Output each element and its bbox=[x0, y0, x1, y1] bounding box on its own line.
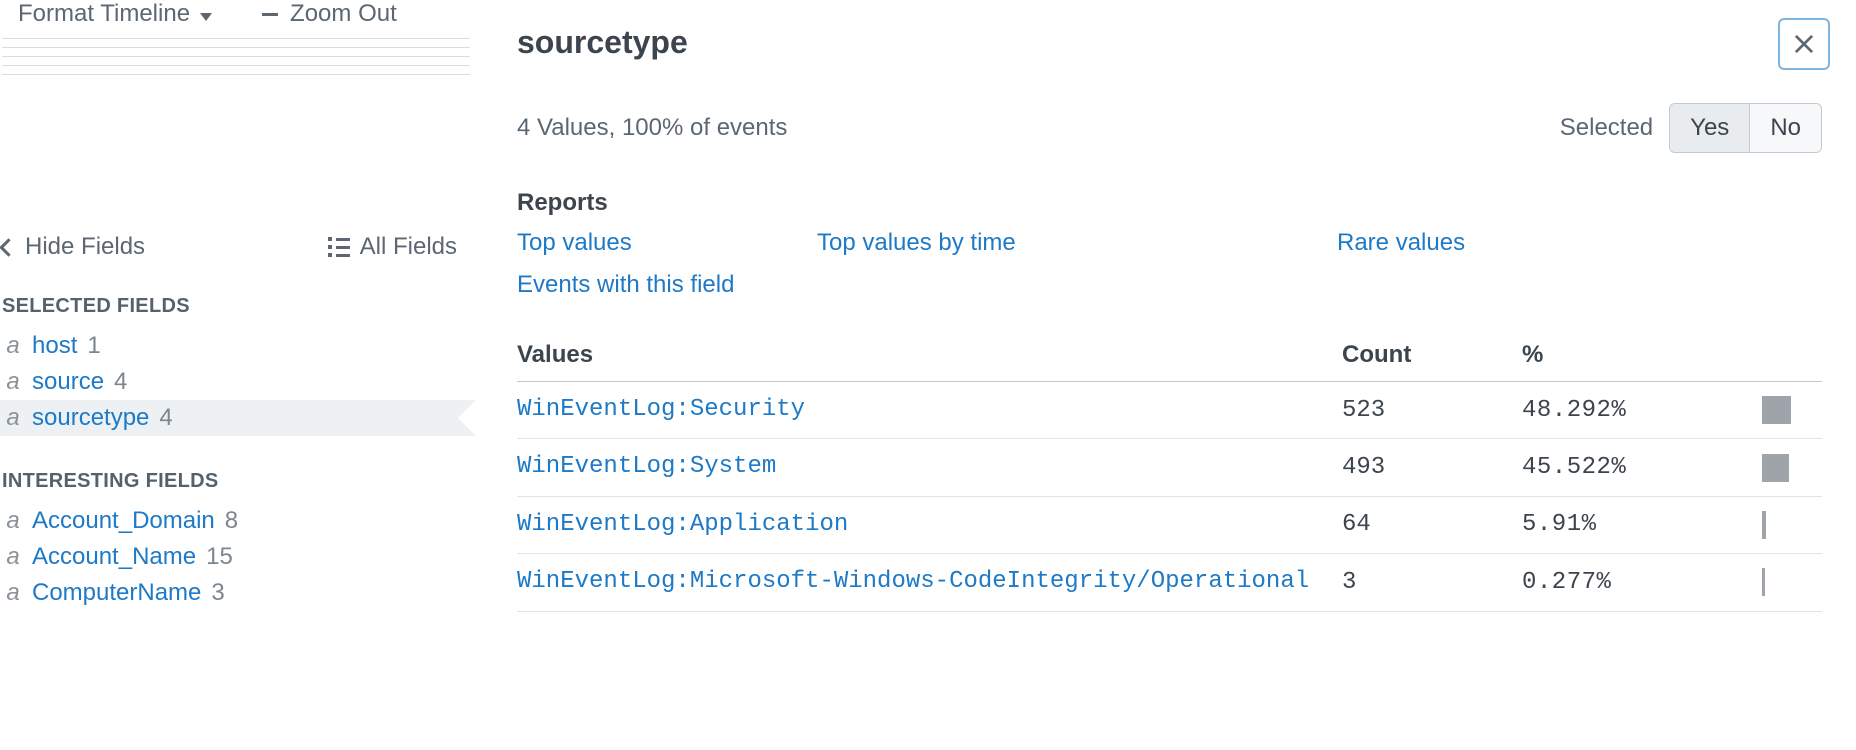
report-rare-values[interactable]: Rare values bbox=[1217, 229, 1822, 257]
reports-heading: Reports bbox=[517, 189, 1822, 217]
selected-fields-heading: SELECTED FIELDS bbox=[2, 295, 475, 318]
field-name: Account_Domain bbox=[32, 507, 215, 535]
values-row: WinEventLog:Microsoft-Windows-CodeIntegr… bbox=[517, 554, 1822, 611]
values-table: Values Count % WinEventLog:Security 523 … bbox=[517, 329, 1822, 612]
field-summary-popover: sourcetype 4 Values, 100% of events Sele… bbox=[475, 0, 1856, 750]
all-fields-link[interactable]: All Fields bbox=[328, 233, 457, 261]
col-values: Values bbox=[517, 341, 1342, 369]
timeline-toolbar: Format Timeline Zoom Out bbox=[0, 0, 475, 30]
values-row: WinEventLog:Security 523 48.292% bbox=[517, 382, 1822, 439]
field-count: 4 bbox=[114, 368, 127, 396]
percent-bar bbox=[1762, 396, 1791, 424]
report-top-values[interactable]: Top values bbox=[517, 229, 817, 257]
value-percent: 5.91% bbox=[1522, 511, 1762, 538]
value-link[interactable]: WinEventLog:Microsoft-Windows-CodeIntegr… bbox=[517, 566, 1342, 598]
value-count: 64 bbox=[1342, 511, 1522, 538]
interesting-fields-heading: INTERESTING FIELDS bbox=[2, 470, 475, 493]
field-row-source[interactable]: a source 4 bbox=[0, 364, 475, 400]
percent-bar bbox=[1762, 568, 1765, 596]
report-links: Top values Top values by time Rare value… bbox=[517, 229, 1822, 299]
format-timeline-dropdown[interactable]: Format Timeline bbox=[18, 0, 212, 28]
report-top-values-by-time[interactable]: Top values by time bbox=[817, 229, 1217, 257]
chevron-left-icon bbox=[2, 233, 19, 261]
selected-toggle: Yes No bbox=[1669, 103, 1822, 153]
percent-bar bbox=[1762, 454, 1789, 482]
field-type-glyph: a bbox=[4, 543, 22, 571]
value-count: 493 bbox=[1342, 454, 1522, 481]
format-timeline-label: Format Timeline bbox=[18, 0, 190, 28]
field-row-sourcetype[interactable]: a sourcetype 4 bbox=[0, 400, 475, 436]
values-row: WinEventLog:System 493 45.522% bbox=[517, 439, 1822, 496]
field-name: source bbox=[32, 368, 104, 396]
field-type-glyph: a bbox=[4, 579, 22, 607]
col-percent: % bbox=[1522, 341, 1762, 369]
popover-summary: 4 Values, 100% of events bbox=[517, 114, 787, 142]
field-count: 3 bbox=[211, 579, 224, 607]
col-count: Count bbox=[1342, 341, 1522, 369]
percent-bar bbox=[1762, 511, 1766, 539]
report-events-with-field[interactable]: Events with this field bbox=[517, 271, 817, 299]
field-type-glyph: a bbox=[4, 332, 22, 360]
value-link[interactable]: WinEventLog:Security bbox=[517, 394, 1342, 426]
field-count: 4 bbox=[159, 404, 172, 432]
list-icon bbox=[328, 237, 350, 257]
timeline-chart bbox=[2, 38, 470, 83]
field-count: 15 bbox=[206, 543, 233, 571]
caret-down-icon bbox=[196, 0, 212, 28]
field-count: 8 bbox=[225, 507, 238, 535]
zoom-out-button[interactable]: Zoom Out bbox=[262, 0, 397, 28]
value-link[interactable]: WinEventLog:System bbox=[517, 451, 1342, 483]
value-percent: 45.522% bbox=[1522, 454, 1762, 481]
selected-label: Selected bbox=[1560, 114, 1653, 142]
field-type-glyph: a bbox=[4, 368, 22, 396]
fields-sidebar: Format Timeline Zoom Out Hide Fields All… bbox=[0, 0, 475, 750]
value-link[interactable]: WinEventLog:Application bbox=[517, 509, 1342, 541]
selected-yes-button[interactable]: Yes bbox=[1670, 104, 1749, 152]
field-name: Account_Name bbox=[32, 543, 196, 571]
values-header-row: Values Count % bbox=[517, 329, 1822, 382]
hide-fields-label: Hide Fields bbox=[25, 233, 145, 261]
field-row-computer-name[interactable]: a ComputerName 3 bbox=[0, 575, 475, 611]
all-fields-label: All Fields bbox=[360, 233, 457, 261]
field-type-glyph: a bbox=[4, 404, 22, 432]
value-count: 523 bbox=[1342, 397, 1522, 424]
field-type-glyph: a bbox=[4, 507, 22, 535]
field-row-account-domain[interactable]: a Account_Domain 8 bbox=[0, 503, 475, 539]
field-row-host[interactable]: a host 1 bbox=[0, 328, 475, 364]
field-name: ComputerName bbox=[32, 579, 201, 607]
close-button[interactable] bbox=[1778, 18, 1830, 70]
value-count: 3 bbox=[1342, 569, 1522, 596]
value-percent: 48.292% bbox=[1522, 397, 1762, 424]
field-row-account-name[interactable]: a Account_Name 15 bbox=[0, 539, 475, 575]
field-name: host bbox=[32, 332, 77, 360]
hide-fields-link[interactable]: Hide Fields bbox=[2, 233, 145, 261]
selected-no-button[interactable]: No bbox=[1749, 104, 1821, 152]
value-percent: 0.277% bbox=[1522, 569, 1762, 596]
field-name: sourcetype bbox=[32, 404, 149, 432]
popover-title: sourcetype bbox=[517, 24, 1822, 61]
close-icon bbox=[1793, 33, 1815, 55]
zoom-out-label: Zoom Out bbox=[290, 0, 397, 28]
values-row: WinEventLog:Application 64 5.91% bbox=[517, 497, 1822, 554]
field-count: 1 bbox=[87, 332, 100, 360]
